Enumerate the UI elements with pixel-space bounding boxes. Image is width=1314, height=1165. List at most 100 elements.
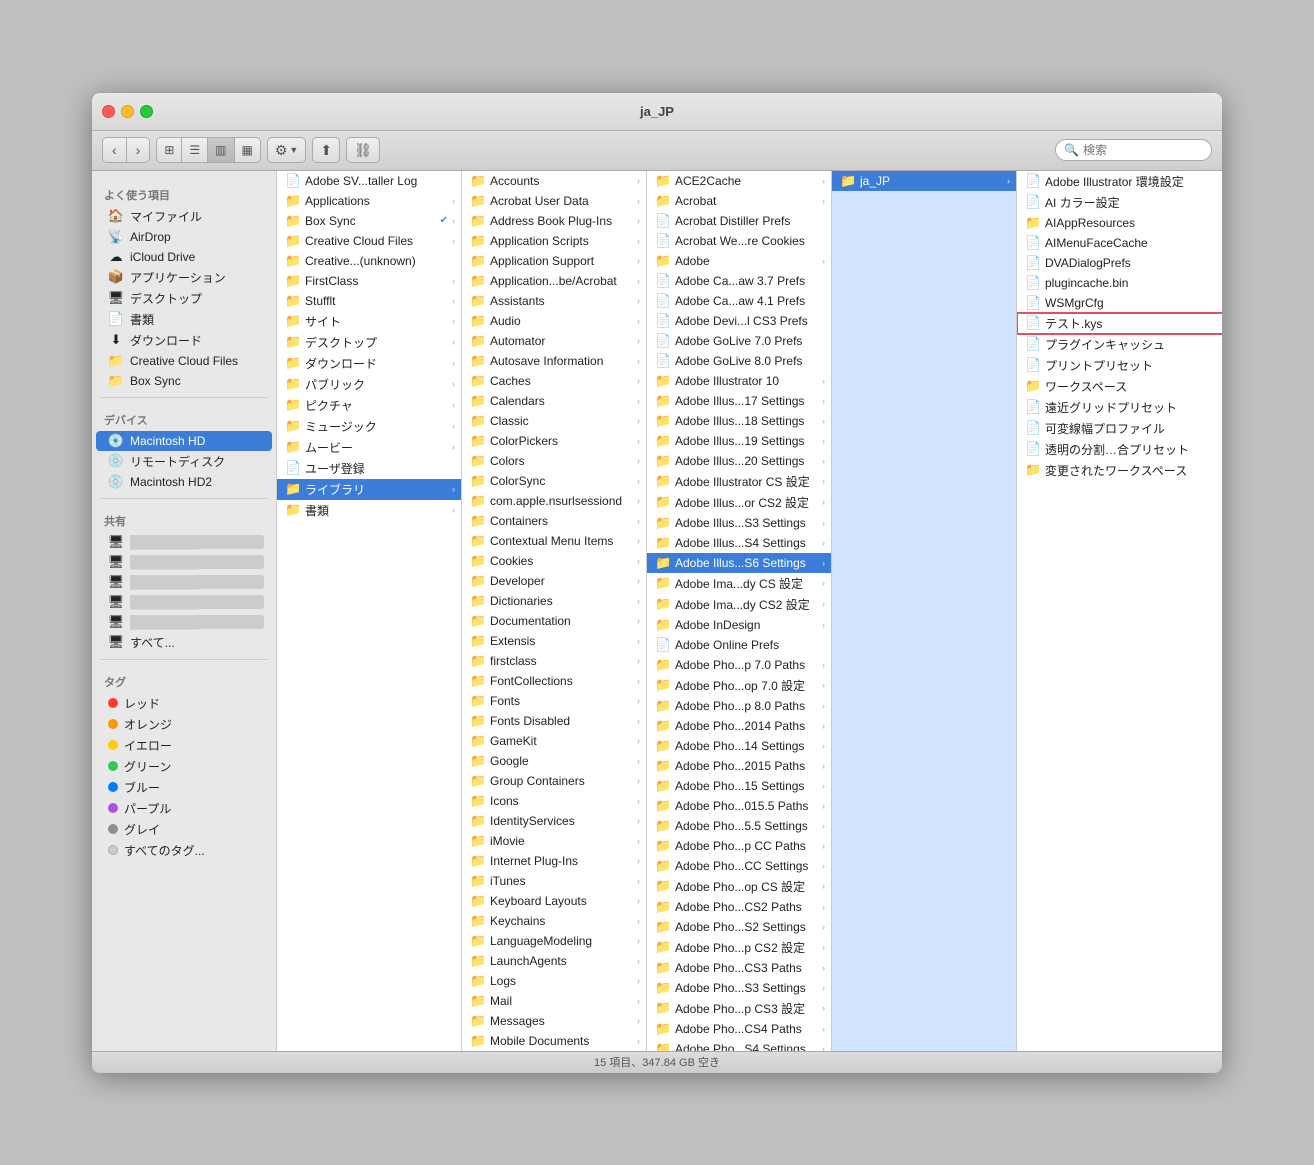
list-item[interactable]: 📁 デスクトップ › (277, 332, 461, 353)
list-item[interactable]: 📄DVADialogPrefs (1017, 253, 1222, 273)
sidebar-item-boxsync[interactable]: 📁 Box Sync (96, 371, 272, 391)
list-item[interactable]: 📄Adobe Online Prefs (647, 635, 831, 655)
list-item[interactable]: 📁Adobe Pho...S2 Settings› (647, 917, 831, 937)
list-item[interactable]: 📁firstclass› (462, 651, 646, 671)
arrange-button[interactable]: ⚙ ▼ (267, 137, 306, 163)
list-item[interactable]: 📁Adobe Pho...5.5 Settings› (647, 816, 831, 836)
list-item[interactable]: 📁 Box Sync ✔ › (277, 211, 461, 231)
sidebar-item-desktop[interactable]: 🖥 デスクトップ (96, 288, 272, 309)
list-item[interactable]: 📁Application...be/Acrobat› (462, 271, 646, 291)
list-item[interactable]: 📁Google› (462, 751, 646, 771)
icon-view-button[interactable]: ⊞ (157, 138, 182, 162)
list-item[interactable]: 📄Acrobat Distiller Prefs (647, 211, 831, 231)
list-item[interactable]: 📁Contextual Menu Items› (462, 531, 646, 551)
list-item[interactable]: 📁Caches› (462, 371, 646, 391)
sidebar-item-machd[interactable]: 💿 Macintosh HD (96, 431, 272, 451)
sidebar-item-alltag[interactable]: 🖥 すべて... (96, 632, 272, 653)
list-item[interactable]: 📁Automator› (462, 331, 646, 351)
sidebar-item-tag-purple[interactable]: パープル (96, 798, 272, 819)
list-item-test-kys[interactable]: 📄 テスト.kys (1017, 313, 1222, 334)
list-item[interactable]: 📄AIMenuFaceCache (1017, 233, 1222, 253)
list-item[interactable]: 📄Adobe GoLive 7.0 Prefs (647, 331, 831, 351)
list-item[interactable]: 📁 ダウンロード › (277, 353, 461, 374)
fullscreen-button[interactable] (140, 105, 153, 118)
list-item[interactable]: 📁Adobe Pho...015.5 Paths› (647, 796, 831, 816)
list-item[interactable]: 📁Adobe Illus...18 Settings› (647, 411, 831, 431)
list-item[interactable]: 📁Adobe Pho...p CS2 設定› (647, 937, 831, 958)
list-item[interactable]: 📁Containers› (462, 511, 646, 531)
sidebar-item-shared1[interactable]: 🖥 ████████ (96, 532, 272, 552)
list-item[interactable]: 📄AI カラー設定 (1017, 192, 1222, 213)
list-item[interactable]: 📁ColorPickers› (462, 431, 646, 451)
list-item[interactable]: 📁 Applications › (277, 191, 461, 211)
list-item[interactable]: 📁Dictionaries› (462, 591, 646, 611)
list-item[interactable]: 📁 ピクチャ › (277, 395, 461, 416)
list-item[interactable]: 📄遠近グリッドプリセット (1017, 397, 1222, 418)
list-item[interactable]: 📁 Creative...(unknown) (277, 251, 461, 271)
list-item[interactable]: 📄プラグインキャッシュ (1017, 334, 1222, 355)
list-item[interactable]: 📁 書類 › (277, 500, 461, 521)
sidebar-item-tag-blue[interactable]: ブルー (96, 777, 272, 798)
cover-view-button[interactable]: ▦ (235, 138, 260, 162)
list-item[interactable]: 📄Adobe Illustrator 環境設定 (1017, 171, 1222, 192)
list-item[interactable]: 📁 Stufflt › (277, 291, 461, 311)
list-item[interactable]: 📁Audio› (462, 311, 646, 331)
list-item[interactable]: 📁Adobe Pho...op CS 設定› (647, 876, 831, 897)
list-item[interactable]: 📁変更されたワークスペース› (1017, 460, 1222, 481)
list-item[interactable]: 📄Adobe Ca...aw 3.7 Prefs (647, 271, 831, 291)
list-item-jajp[interactable]: 📁 ja_JP › (832, 171, 1016, 191)
list-view-button[interactable]: ☰ (182, 138, 208, 162)
search-box[interactable]: 🔍 (1055, 139, 1212, 161)
list-item-s6[interactable]: 📁Adobe Illus...S6 Settings› (647, 553, 831, 573)
list-item[interactable]: 📁 ミュージック › (277, 416, 461, 437)
sidebar-item-shared2[interactable]: 🖥 ████████ (96, 552, 272, 572)
list-item[interactable]: 📁Adobe Pho...2015 Paths› (647, 756, 831, 776)
list-item[interactable]: 📄 ユーザ登録 (277, 458, 461, 479)
sidebar-item-shared5[interactable]: 🖥 ████████ (96, 612, 272, 632)
sidebar-item-tag-gray[interactable]: グレイ (96, 819, 272, 840)
list-item[interactable]: 📁Adobe Illus...19 Settings› (647, 431, 831, 451)
list-item[interactable]: 📁Calendars› (462, 391, 646, 411)
list-item[interactable]: 📁 ムービー › (277, 437, 461, 458)
list-item[interactable]: 📁Colors› (462, 451, 646, 471)
list-item[interactable]: 📁Adobe› (647, 251, 831, 271)
list-item[interactable]: 📁Adobe Pho...2014 Paths› (647, 716, 831, 736)
list-item[interactable]: 📁Documentation› (462, 611, 646, 631)
list-item[interactable]: 📁Adobe Pho...CS2 Paths› (647, 897, 831, 917)
list-item[interactable]: 📁ColorSync› (462, 471, 646, 491)
list-item[interactable]: 📁Adobe Illustrator CS 設定› (647, 471, 831, 492)
list-item[interactable]: 📁Autosave Information› (462, 351, 646, 371)
list-item[interactable]: 📁 サイト › (277, 311, 461, 332)
sidebar-item-myfiles[interactable]: 🏠 マイファイル (96, 206, 272, 227)
sidebar-item-machd2[interactable]: 💿 Macintosh HD2 (96, 472, 272, 492)
list-item[interactable]: 📁Adobe Ima...dy CS 設定› (647, 573, 831, 594)
list-item[interactable]: 📁 パブリック › (277, 374, 461, 395)
back-button[interactable]: ‹ (103, 138, 127, 162)
column-view-button[interactable]: ▥ (208, 138, 234, 162)
list-item[interactable]: 📁Adobe Illustrator 10› (647, 371, 831, 391)
search-input[interactable] (1083, 143, 1203, 157)
list-item[interactable]: 📁Adobe Pho...CS3 Paths› (647, 958, 831, 978)
sidebar-item-docs[interactable]: 📄 書類 (96, 309, 272, 330)
list-item[interactable]: 📁Assistants› (462, 291, 646, 311)
list-item[interactable]: 📁GameKit› (462, 731, 646, 751)
list-item[interactable]: 📁LanguageModeling› (462, 931, 646, 951)
sidebar-item-airdrop[interactable]: 📡 AirDrop (96, 227, 272, 247)
list-item[interactable]: 📁Fonts› (462, 691, 646, 711)
sidebar-item-apps[interactable]: 📦 アプリケーション (96, 267, 272, 288)
list-item[interactable]: 📁IdentityServices› (462, 811, 646, 831)
sidebar-item-remote[interactable]: 💿 リモートディスク (96, 451, 272, 472)
list-item[interactable]: 📄Adobe GoLive 8.0 Prefs (647, 351, 831, 371)
sidebar-item-downloads[interactable]: ⬇ ダウンロード (96, 330, 272, 351)
list-item[interactable]: 📁Logs› (462, 971, 646, 991)
list-item[interactable]: 📁Adobe Pho...p CS3 設定› (647, 998, 831, 1019)
list-item[interactable]: 📁Accounts› (462, 171, 646, 191)
list-item[interactable]: 📁Developer› (462, 571, 646, 591)
sidebar-item-tag-orange[interactable]: オレンジ (96, 714, 272, 735)
list-item[interactable]: 📁Application Support› (462, 251, 646, 271)
list-item[interactable]: 📁Adobe Illus...17 Settings› (647, 391, 831, 411)
list-item[interactable]: 📁Address Book Plug-Ins› (462, 211, 646, 231)
list-item[interactable]: 📁Extensis› (462, 631, 646, 651)
list-item[interactable]: 📁Internet Plug-Ins› (462, 851, 646, 871)
list-item[interactable]: 📄透明の分割…合プリセット (1017, 439, 1222, 460)
